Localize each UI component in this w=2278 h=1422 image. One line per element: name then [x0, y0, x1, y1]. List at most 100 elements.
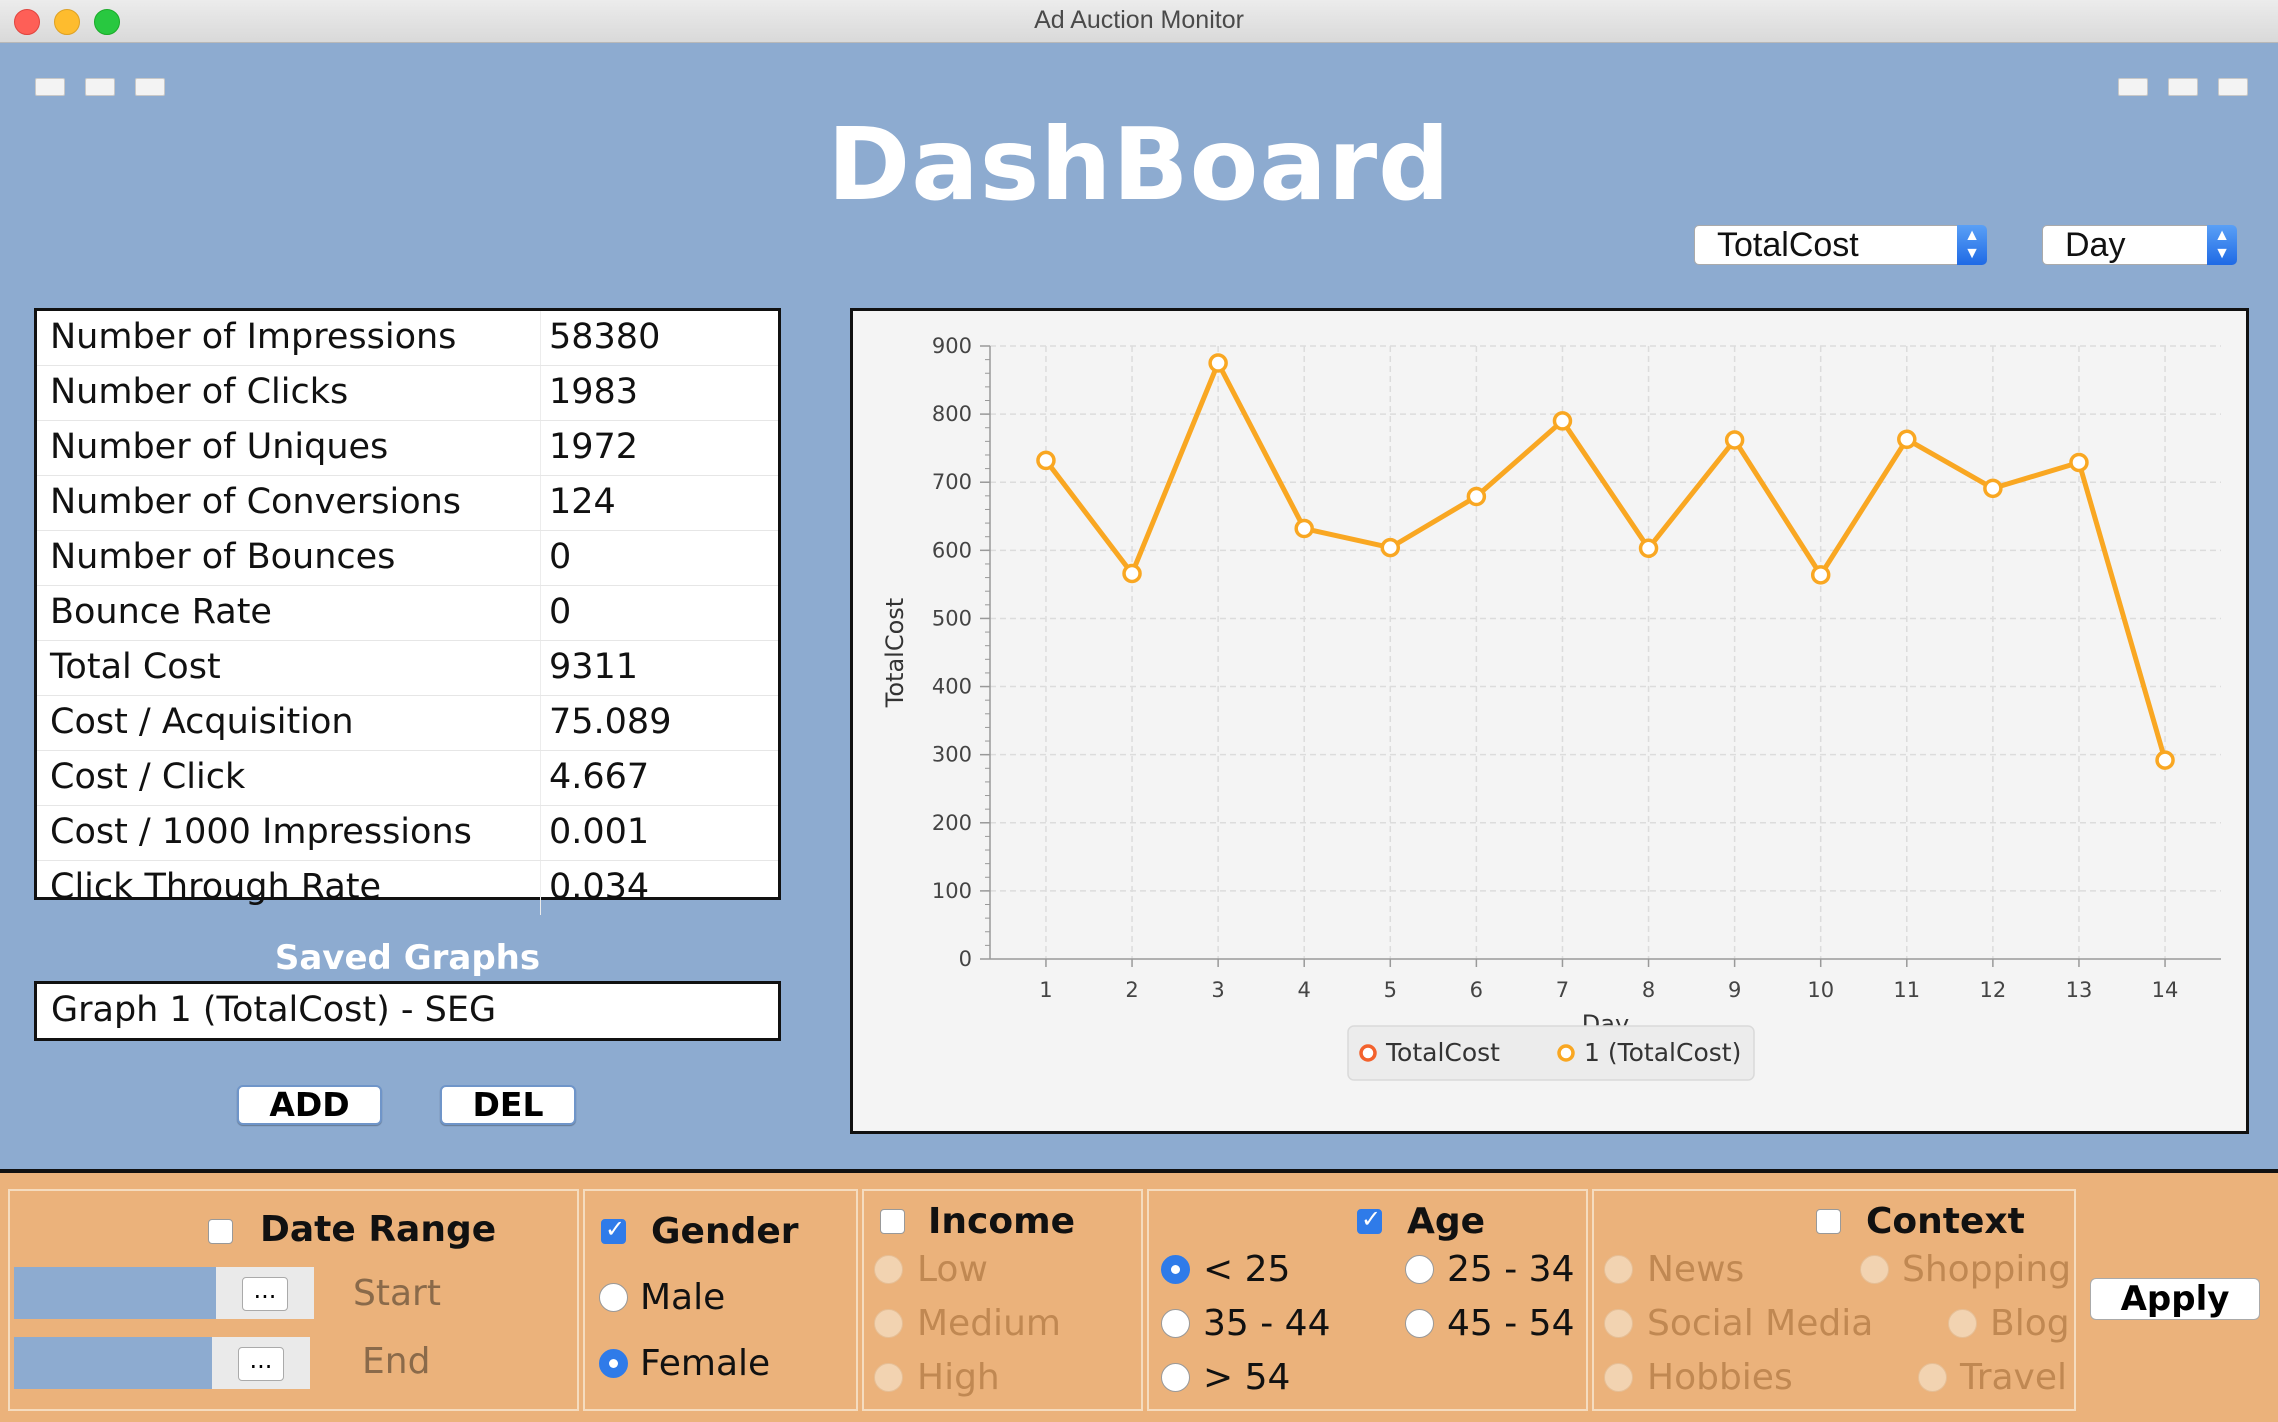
data-point: [1552, 411, 1573, 431]
legend-marker: [1359, 1044, 1377, 1062]
y-tick-label: 500: [932, 606, 972, 630]
data-point: [1897, 429, 1917, 450]
end-date-field[interactable]: [14, 1337, 212, 1389]
metric-label: Number of Clicks: [50, 372, 349, 412]
context-hobbies-label: Hobbies: [1647, 1357, 1793, 1398]
age-45-54-radio[interactable]: [1405, 1309, 1434, 1338]
metric-value: 75.089: [549, 702, 672, 742]
end-label: End: [362, 1341, 431, 1382]
context-hobbies-radio[interactable]: [1604, 1363, 1633, 1392]
age-over-54-radio[interactable]: [1161, 1363, 1190, 1392]
age-under-25-radio[interactable]: [1161, 1255, 1190, 1284]
legend-marker: [1557, 1044, 1575, 1062]
x-tick-label: 1: [1039, 978, 1052, 1002]
saved-graphs-title: Saved Graphs: [274, 938, 541, 978]
context-checkbox[interactable]: [1816, 1209, 1841, 1234]
metric-value: 124: [549, 482, 616, 522]
income-high-radio[interactable]: [874, 1363, 903, 1392]
context-travel-radio[interactable]: [1918, 1363, 1947, 1392]
granularity-select-value: Day: [2065, 226, 2126, 264]
x-tick-label: 12: [1980, 978, 2007, 1002]
saved-graphs-list[interactable]: Graph 1 (TotalCost) - SEG: [34, 981, 781, 1041]
metric-value: 1983: [549, 372, 639, 412]
metric-select[interactable]: TotalCost ▲ ▼: [1694, 225, 1987, 265]
date-range-label: Date Range: [260, 1209, 497, 1250]
date-range-checkbox[interactable]: [208, 1219, 233, 1244]
select-chevron-icon: ▲ ▼: [1957, 225, 1987, 265]
gender-checkbox[interactable]: [601, 1215, 626, 1244]
income-medium-radio[interactable]: [874, 1309, 903, 1338]
data-point: [1810, 565, 1831, 585]
income-low-radio[interactable]: [874, 1255, 903, 1284]
add-graph-button[interactable]: ADD: [237, 1085, 382, 1125]
gender-female-radio[interactable]: [599, 1349, 628, 1378]
context-travel-label: Travel: [1960, 1357, 2068, 1398]
y-tick-label: 700: [932, 470, 972, 494]
age-25-34-radio[interactable]: [1405, 1255, 1434, 1284]
x-tick-label: 11: [1893, 978, 1920, 1002]
saved-graph-item[interactable]: Graph 1 (TotalCost) - SEG: [51, 990, 764, 1030]
data-point: [2155, 750, 2175, 770]
data-point: [1466, 486, 1487, 507]
toolbar-button-3[interactable]: [135, 78, 165, 96]
apply-button[interactable]: Apply: [2090, 1278, 2260, 1320]
x-tick-label: 4: [1298, 978, 1311, 1002]
metric-value: 0.001: [549, 812, 650, 852]
granularity-select[interactable]: Day ▲ ▼: [2042, 225, 2237, 265]
metric-value: 58380: [549, 317, 661, 357]
toolbar-button-1[interactable]: [35, 78, 65, 96]
column-divider: [540, 586, 541, 640]
metric-label: Number of Bounces: [50, 537, 396, 577]
income-label: Income: [928, 1201, 1076, 1242]
page-title: DashBoard: [827, 106, 1451, 223]
start-date-picker-dots: ...: [242, 1277, 288, 1311]
x-tick-label: 14: [2152, 978, 2179, 1002]
delete-graph-button[interactable]: DEL: [440, 1085, 576, 1125]
age-25-34-label: 25 - 34: [1447, 1249, 1575, 1290]
end-date-picker-dots: ...: [238, 1347, 284, 1381]
metric-value: 0.034: [549, 867, 650, 907]
metric-label: Total Cost: [50, 647, 221, 687]
context-social-media-radio[interactable]: [1604, 1309, 1633, 1338]
start-date-field[interactable]: [14, 1267, 216, 1319]
context-news-label: News: [1647, 1249, 1745, 1290]
column-divider: [540, 696, 541, 750]
x-tick-label: 8: [1642, 978, 1655, 1002]
age-checkbox[interactable]: [1357, 1205, 1382, 1234]
income-medium-label: Medium: [917, 1303, 1061, 1344]
start-date-picker-button[interactable]: ...: [216, 1267, 314, 1319]
age-under-25-label: < 25: [1203, 1249, 1291, 1290]
metric-value: 0: [549, 592, 572, 632]
data-point: [1380, 537, 1401, 558]
column-divider: [540, 861, 541, 915]
toolbar-button-2[interactable]: [85, 78, 115, 96]
context-shopping-radio[interactable]: [1860, 1255, 1889, 1284]
data-point: [1208, 353, 1228, 373]
age-35-44-radio[interactable]: [1161, 1309, 1190, 1338]
context-news-radio[interactable]: [1604, 1255, 1633, 1284]
metric-row: Cost / Acquisition 75.089: [37, 696, 778, 751]
toolbar-button-5[interactable]: [2168, 78, 2198, 96]
income-checkbox[interactable]: [880, 1209, 905, 1234]
age-panel: Age < 25 25 - 34 35 - 44 45 - 54 > 54: [1147, 1189, 1588, 1411]
metric-row: Number of Impressions 58380: [37, 311, 778, 366]
income-panel: Income Low Medium High: [862, 1189, 1143, 1411]
date-range-panel: Date Range ... Start ... End: [8, 1189, 579, 1411]
y-tick-label: 800: [932, 402, 972, 426]
metric-row: Cost / 1000 Impressions 0.001: [37, 806, 778, 861]
metric-row: Number of Clicks 1983: [37, 366, 778, 421]
end-date-picker-button[interactable]: ...: [212, 1337, 310, 1389]
gender-male-radio[interactable]: [599, 1283, 628, 1312]
data-point: [2069, 452, 2089, 473]
toolbar-button-6[interactable]: [2218, 78, 2248, 96]
context-blog-radio[interactable]: [1948, 1309, 1977, 1338]
legend-label: TotalCost: [1385, 1038, 1500, 1067]
data-point: [1122, 563, 1142, 584]
metric-row: Bounce Rate 0: [37, 586, 778, 641]
age-label: Age: [1407, 1201, 1486, 1242]
toolbar-button-4[interactable]: [2118, 78, 2148, 96]
metric-row: Click Through Rate 0.034: [37, 861, 778, 915]
context-shopping-label: Shopping: [1902, 1249, 2072, 1290]
age-45-54-label: 45 - 54: [1447, 1303, 1575, 1344]
context-blog-label: Blog: [1990, 1303, 2070, 1344]
